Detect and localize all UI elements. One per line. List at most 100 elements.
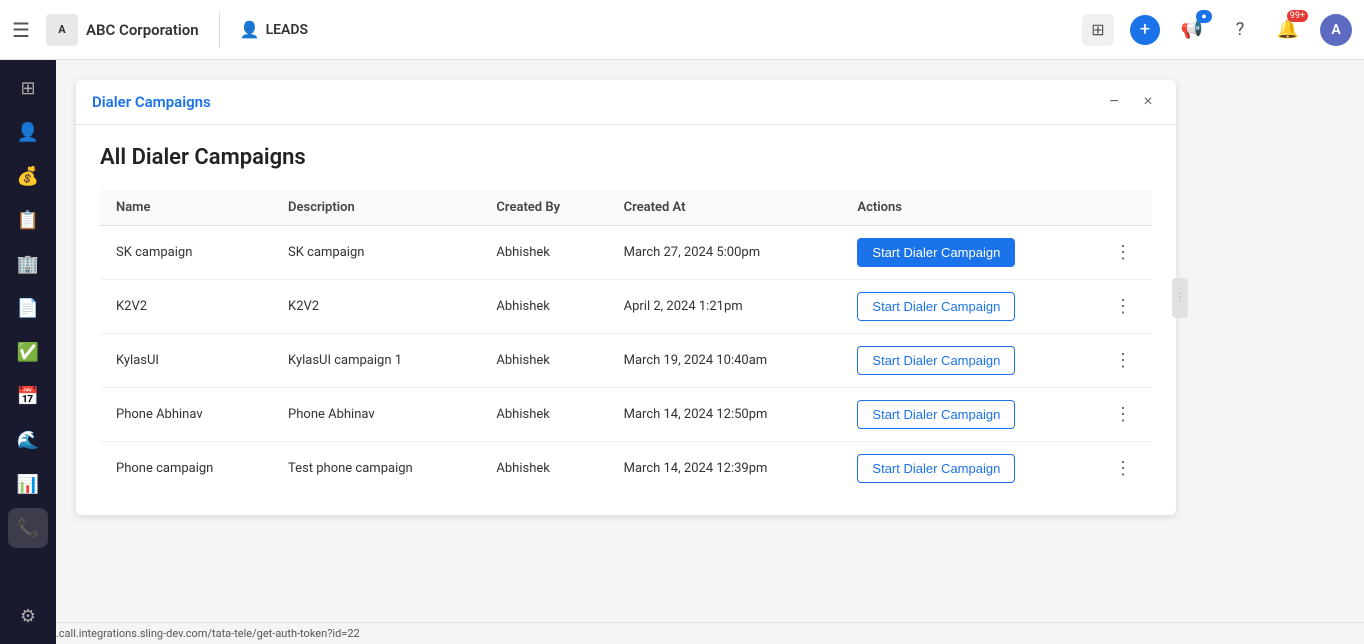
tasks-icon: ✅ xyxy=(17,342,39,363)
leads-section: 👤 LEADS xyxy=(240,20,308,39)
sidebar-item-calendar[interactable]: 📅 xyxy=(8,376,48,416)
more-options-button[interactable]: ⋮ xyxy=(1110,456,1136,481)
col-created-by: Created By xyxy=(480,190,607,226)
more-options-button[interactable]: ⋮ xyxy=(1110,240,1136,265)
col-created-at: Created At xyxy=(608,190,842,226)
cell-created-by: Abhishek xyxy=(480,226,607,280)
sidebar-item-analytics[interactable]: 📊 xyxy=(8,464,48,504)
panel-title: Dialer Campaigns xyxy=(92,93,211,111)
cell-more: ⋮ xyxy=(1094,280,1152,334)
actions-cell: Start Dialer Campaign xyxy=(857,238,1078,267)
calls-icon: 📞 xyxy=(17,518,39,539)
flows-icon: 🌊 xyxy=(17,430,39,451)
documents-icon: 📄 xyxy=(17,298,39,319)
more-options-button[interactable]: ⋮ xyxy=(1110,402,1136,427)
add-button[interactable]: + xyxy=(1130,15,1160,45)
cell-actions: Start Dialer Campaign xyxy=(841,280,1094,334)
grid-icon: ⊞ xyxy=(1091,20,1104,39)
start-dialer-campaign-button[interactable]: Start Dialer Campaign xyxy=(857,292,1015,321)
cell-created-at: April 2, 2024 1:21pm xyxy=(608,280,842,334)
notification-button[interactable]: 🔔 99+ xyxy=(1272,14,1304,46)
cell-description: KylasUI campaign 1 xyxy=(272,334,480,388)
cell-name: Phone Abhinav xyxy=(100,388,272,442)
cell-created-by: Abhishek xyxy=(480,388,607,442)
hamburger-icon[interactable]: ☰ xyxy=(12,18,30,42)
status-url: https://qa.call.integrations.sling-dev.c… xyxy=(8,627,360,640)
table-row: K2V2 K2V2 Abhishek April 2, 2024 1:21pm … xyxy=(100,280,1152,334)
table-row: KylasUI KylasUI campaign 1 Abhishek Marc… xyxy=(100,334,1152,388)
cell-actions: Start Dialer Campaign xyxy=(841,226,1094,280)
cell-more: ⋮ xyxy=(1094,388,1152,442)
sidebar-item-flows[interactable]: 🌊 xyxy=(8,420,48,460)
start-dialer-campaign-button[interactable]: Start Dialer Campaign xyxy=(857,454,1015,483)
cell-created-at: March 14, 2024 12:39pm xyxy=(608,442,842,496)
actions-cell: Start Dialer Campaign xyxy=(857,292,1078,321)
sidebar-item-contacts[interactable]: 👤 xyxy=(8,112,48,152)
cell-name: K2V2 xyxy=(100,280,272,334)
close-button[interactable]: × xyxy=(1136,90,1160,114)
col-name: Name xyxy=(100,190,272,226)
cell-created-by: Abhishek xyxy=(480,334,607,388)
megaphone-badge: ● xyxy=(1196,10,1212,23)
actions-cell: Start Dialer Campaign xyxy=(857,346,1078,375)
start-dialer-campaign-button[interactable]: Start Dialer Campaign xyxy=(857,238,1015,267)
more-options-button[interactable]: ⋮ xyxy=(1110,294,1136,319)
calendar-icon: 📅 xyxy=(17,386,39,407)
resize-handle[interactable]: ⋮ xyxy=(1172,278,1188,318)
table-header-row: Name Description Created By Created At A… xyxy=(100,190,1152,226)
panel-header: Dialer Campaigns − × xyxy=(76,80,1176,125)
reports-icon: 📋 xyxy=(17,210,39,231)
table-header: Name Description Created By Created At A… xyxy=(100,190,1152,226)
col-more xyxy=(1094,190,1152,226)
bell-icon: 🔔 xyxy=(1277,19,1299,40)
navbar-left: ☰ A ABC Corporation 👤 LEADS xyxy=(12,12,308,48)
cell-description: Test phone campaign xyxy=(272,442,480,496)
col-description: Description xyxy=(272,190,480,226)
notification-badge: 99+ xyxy=(1287,10,1308,22)
sidebar-item-deals[interactable]: 💰 xyxy=(8,156,48,196)
cell-created-at: March 14, 2024 12:50pm xyxy=(608,388,842,442)
cell-description: K2V2 xyxy=(272,280,480,334)
module-label: LEADS xyxy=(266,22,308,38)
actions-cell: Start Dialer Campaign xyxy=(857,400,1078,429)
help-icon: ? xyxy=(1236,19,1245,40)
cell-actions: Start Dialer Campaign xyxy=(841,442,1094,496)
start-dialer-campaign-button[interactable]: Start Dialer Campaign xyxy=(857,400,1015,429)
sidebar-item-documents[interactable]: 📄 xyxy=(8,288,48,328)
sidebar-item-companies[interactable]: 🏢 xyxy=(8,244,48,284)
start-dialer-campaign-button[interactable]: Start Dialer Campaign xyxy=(857,346,1015,375)
sidebar-item-tasks[interactable]: ✅ xyxy=(8,332,48,372)
sidebar-item-settings[interactable]: ⚙ xyxy=(8,596,48,636)
settings-icon: ⚙ xyxy=(20,606,36,627)
table-row: Phone campaign Test phone campaign Abhis… xyxy=(100,442,1152,496)
brand-logo: A xyxy=(46,14,78,46)
cell-created-at: March 27, 2024 5:00pm xyxy=(608,226,842,280)
cell-more: ⋮ xyxy=(1094,226,1152,280)
contacts-icon: 👤 xyxy=(17,122,39,143)
plus-icon: + xyxy=(1140,19,1150,40)
col-actions: Actions xyxy=(841,190,1094,226)
analytics-icon: 📊 xyxy=(17,474,39,495)
deals-icon: 💰 xyxy=(17,166,39,187)
help-button[interactable]: ? xyxy=(1224,14,1256,46)
sidebar-item-dashboard[interactable]: ⊞ xyxy=(8,68,48,108)
megaphone-button[interactable]: 📢 ● xyxy=(1176,14,1208,46)
more-options-button[interactable]: ⋮ xyxy=(1110,348,1136,373)
table-row: Phone Abhinav Phone Abhinav Abhishek Mar… xyxy=(100,388,1152,442)
grid-view-button[interactable]: ⊞ xyxy=(1082,14,1114,46)
navbar-right: ⊞ + 📢 ● ? 🔔 99+ A xyxy=(1082,14,1352,46)
brand-logo-initials: A xyxy=(58,23,65,36)
cell-name: Phone campaign xyxy=(100,442,272,496)
sidebar-item-calls[interactable]: 📞 xyxy=(8,508,48,548)
cell-actions: Start Dialer Campaign xyxy=(841,388,1094,442)
main-content: Dialer Campaigns − × All Dialer Campaign… xyxy=(56,60,1364,644)
minimize-button[interactable]: − xyxy=(1102,90,1126,114)
navbar: ☰ A ABC Corporation 👤 LEADS ⊞ + 📢 ● ? 🔔 … xyxy=(0,0,1364,60)
panel-heading: All Dialer Campaigns xyxy=(100,145,1152,170)
cell-created-by: Abhishek xyxy=(480,280,607,334)
sidebar-item-reports[interactable]: 📋 xyxy=(8,200,48,240)
cell-actions: Start Dialer Campaign xyxy=(841,334,1094,388)
sidebar: ⊞ 👤 💰 📋 🏢 📄 ✅ 📅 🌊 📊 📞 ⚙ xyxy=(0,60,56,644)
avatar[interactable]: A xyxy=(1320,14,1352,46)
panel-controls: − × xyxy=(1102,90,1160,114)
